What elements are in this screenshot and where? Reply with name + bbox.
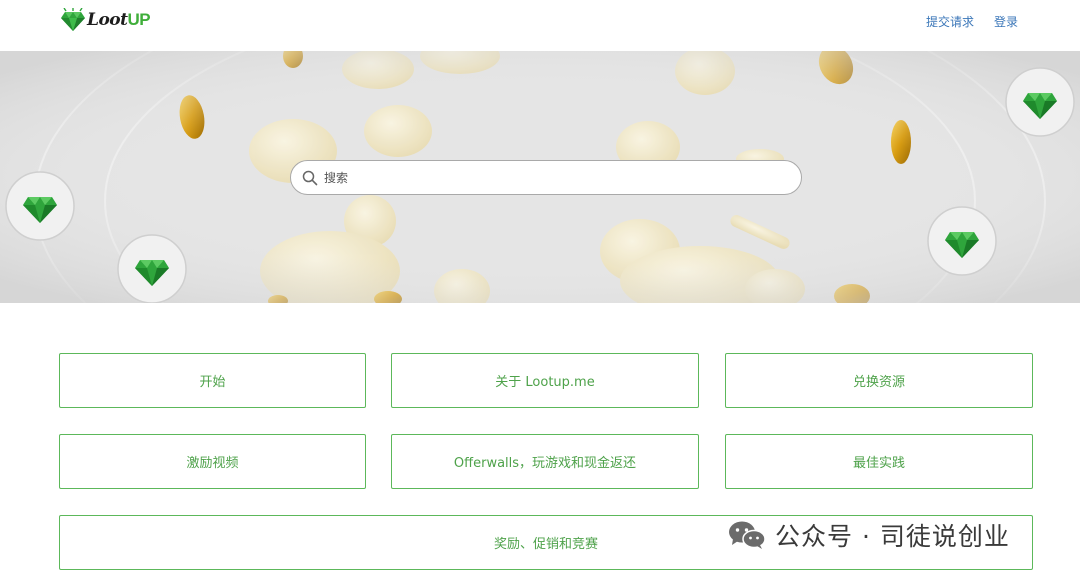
category-offerwalls[interactable]: Offerwalls，玩游戏和现金返还 — [391, 434, 699, 489]
header-nav: 提交请求 登录 — [926, 13, 1018, 30]
category-getting-started[interactable]: 开始 — [59, 353, 366, 408]
gem-icon — [61, 8, 85, 31]
category-redeem-resources[interactable]: 兑换资源 — [725, 353, 1033, 408]
lootup-logo[interactable]: LootUP — [60, 5, 152, 35]
category-label: Offerwalls，玩游戏和现金返还 — [453, 456, 637, 471]
wechat-icon — [729, 521, 766, 549]
search-icon — [302, 170, 318, 185]
category-incentive-videos[interactable]: 激励视频 — [59, 434, 366, 489]
gem-medallion — [1005, 67, 1075, 137]
search-bar[interactable] — [290, 160, 802, 195]
hero-banner — [0, 51, 1080, 303]
category-label: 奖励、促销和竞赛 — [493, 537, 598, 552]
submit-request-link[interactable]: 提交请求 — [926, 13, 974, 30]
gem-medallion — [5, 171, 75, 241]
category-label: 关于 Lootup.me — [495, 375, 595, 390]
category-about-lootup[interactable]: 关于 Lootup.me — [391, 353, 699, 408]
gem-medallion — [117, 234, 187, 303]
watermark-text: 公众号 · 司徒说创业 — [775, 522, 1010, 551]
category-label: 兑换资源 — [852, 375, 905, 390]
category-label: 最佳实践 — [852, 456, 905, 471]
login-link[interactable]: 登录 — [994, 13, 1018, 30]
search-input[interactable] — [324, 170, 784, 185]
logo-wordmark: LootUP — [87, 10, 151, 30]
category-best-practices[interactable]: 最佳实践 — [725, 434, 1033, 489]
category-label: 激励视频 — [186, 456, 239, 471]
site-header: LootUP 提交请求 登录 — [0, 0, 1080, 51]
gem-medallion — [927, 206, 997, 276]
category-label: 开始 — [199, 375, 226, 390]
watermark: 公众号 · 司徒说创业 — [727, 517, 1010, 553]
